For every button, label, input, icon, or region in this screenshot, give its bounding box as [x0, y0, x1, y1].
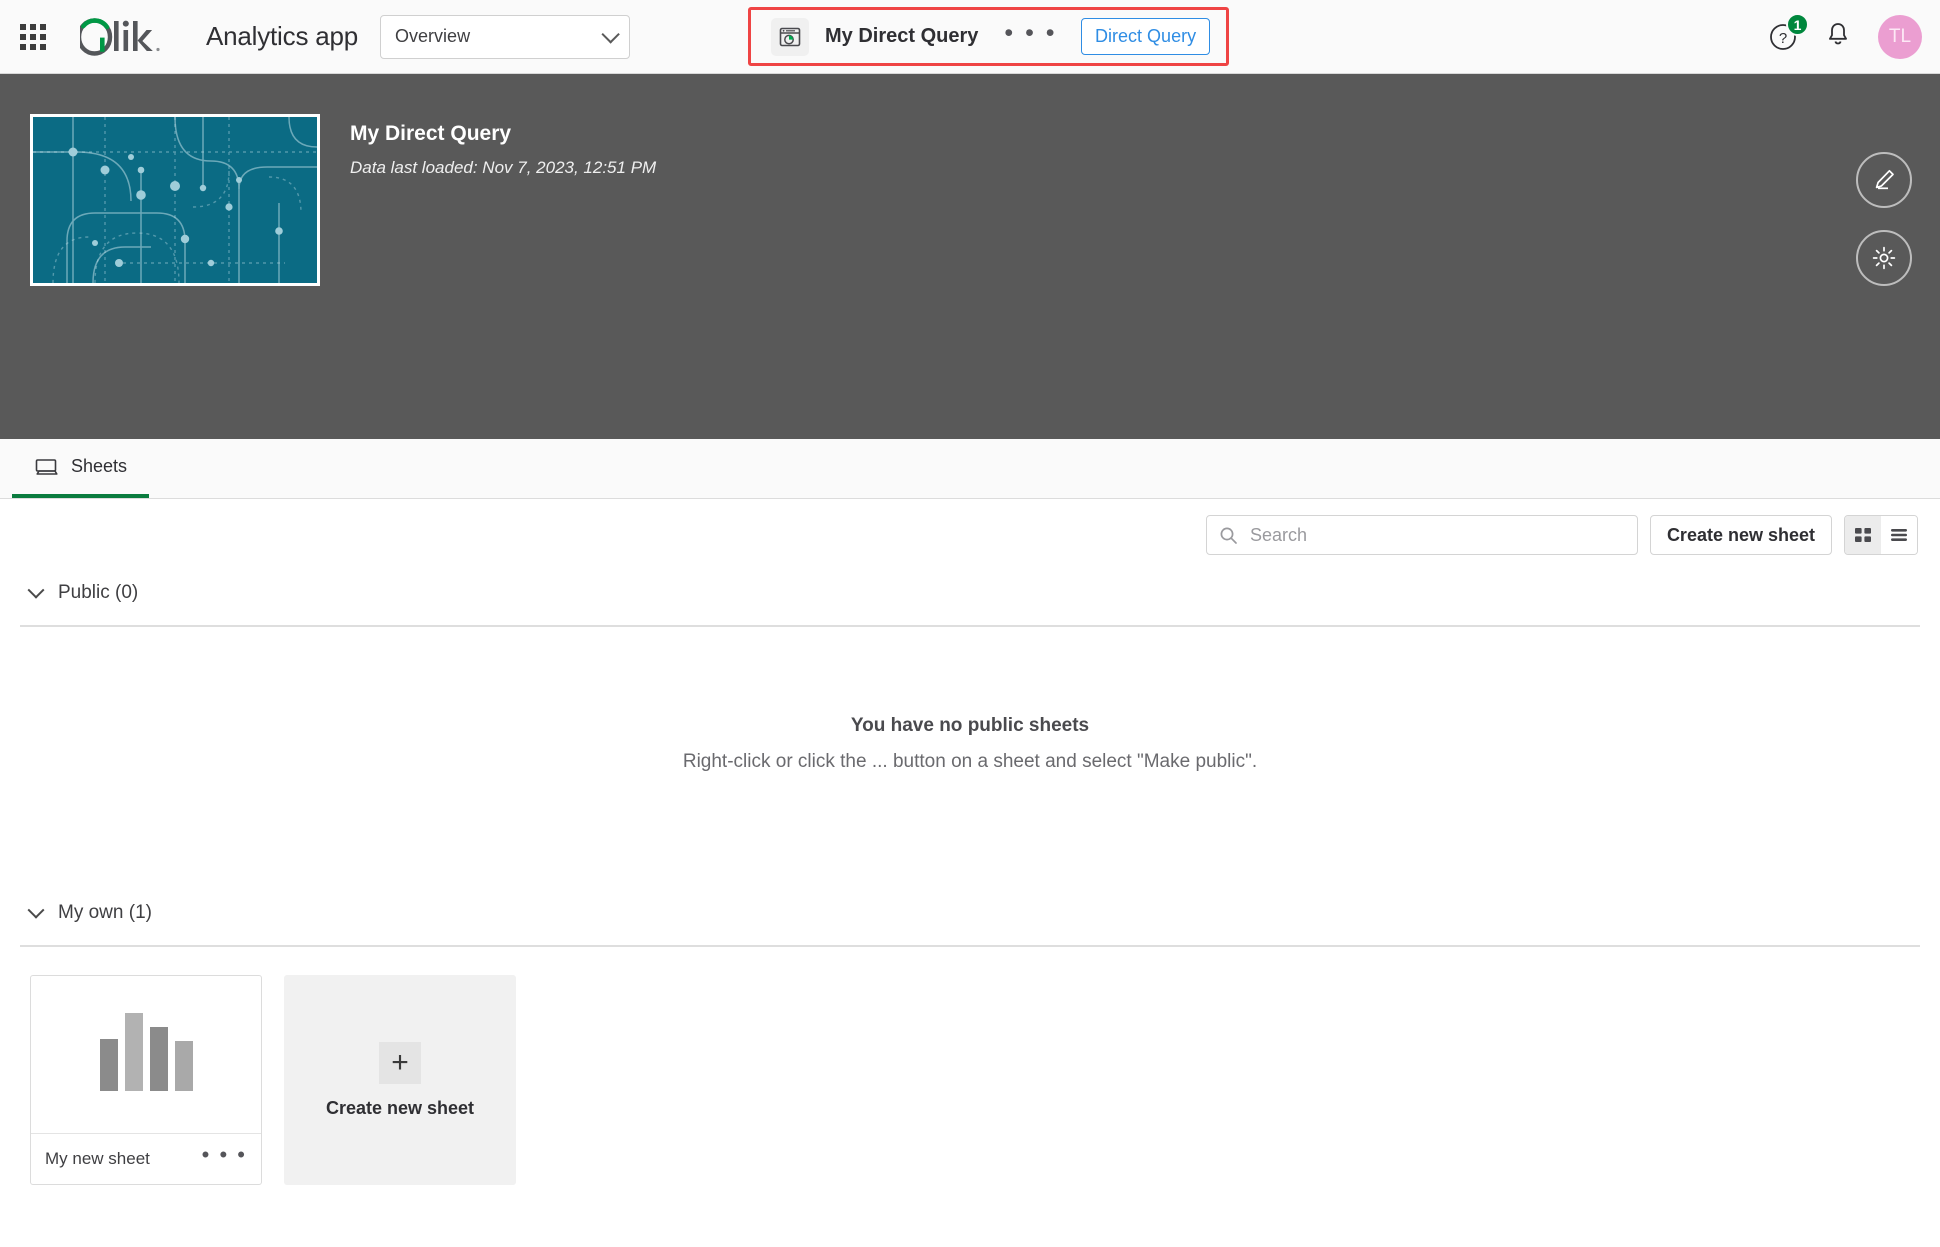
- search-input[interactable]: [1249, 524, 1625, 546]
- public-empty-state: You have no public sheets Right-click or…: [0, 627, 1940, 773]
- list-view-icon: [1891, 529, 1907, 541]
- sheet-icon: [35, 458, 58, 475]
- sheet-more-options-button[interactable]: • • •: [202, 1144, 247, 1167]
- app-hero-section: My Direct Query Data last loaded: Nov 7,…: [0, 74, 1940, 439]
- app-launcher-button[interactable]: [0, 0, 66, 74]
- notifications-button[interactable]: [1824, 20, 1852, 55]
- section-my-own-label: My own (1): [58, 902, 152, 923]
- section-public-label: Public (0): [58, 582, 139, 603]
- help-button[interactable]: ? 1: [1768, 13, 1809, 52]
- gear-icon: [1872, 246, 1896, 270]
- space-selector-value: Overview: [395, 26, 471, 46]
- app-title-highlight-group: My Direct Query • • • Direct Query: [748, 7, 1230, 66]
- chevron-down-icon: [27, 901, 45, 919]
- create-new-sheet-tile[interactable]: + Create new sheet: [284, 975, 516, 1185]
- grid-view-button[interactable]: [1845, 516, 1881, 554]
- section-my-own-header[interactable]: My own (1): [0, 891, 1940, 935]
- edit-sheet-button[interactable]: [1856, 152, 1912, 208]
- top-navigation-right-group: ? 1 TL: [1768, 0, 1922, 74]
- pencil-icon: [1875, 169, 1894, 190]
- hero-action-buttons: [1856, 152, 1912, 286]
- empty-state-title: You have no public sheets: [850, 715, 1090, 736]
- grid-apps-icon: [20, 23, 46, 50]
- app-settings-button[interactable]: [1856, 230, 1912, 286]
- bell-icon: [1829, 22, 1847, 44]
- sheet-card[interactable]: My new sheet • • •: [30, 975, 262, 1185]
- page-title: Analytics app: [206, 21, 359, 51]
- tab-sheets[interactable]: Sheets: [12, 439, 150, 498]
- section-public-header[interactable]: Public (0): [0, 571, 1940, 615]
- qlik-logo[interactable]: [80, 15, 176, 59]
- app-pie-window-icon: [771, 17, 809, 56]
- section-my-own: My own (1) My new sheet • • • + Create n…: [0, 891, 1940, 1185]
- section-public: Public (0) You have no public sheets Rig…: [0, 571, 1940, 773]
- help-badge: 1: [1786, 13, 1809, 36]
- content-tab-strip: Sheets: [0, 439, 1940, 499]
- app-title: My Direct Query: [825, 25, 979, 47]
- sheet-card-list: My new sheet • • • + Create new sheet: [0, 947, 1940, 1185]
- sheet-thumbnail: [31, 976, 261, 1134]
- avatar[interactable]: TL: [1878, 15, 1922, 59]
- empty-state-subtitle: Right-click or click the ... button on a…: [682, 751, 1258, 772]
- view-mode-toggle: [1844, 515, 1918, 555]
- app-thumbnail: [30, 114, 320, 286]
- sheet-name: My new sheet: [45, 1149, 150, 1168]
- chevron-down-icon: [601, 25, 620, 44]
- top-navigation-bar: Analytics app Overview My Direct Query •…: [0, 0, 1940, 74]
- grid-view-icon: [1855, 528, 1871, 542]
- bar-chart-icon: [99, 1011, 193, 1091]
- svg-text:?: ?: [1779, 30, 1787, 47]
- chevron-down-icon: [27, 581, 45, 599]
- search-icon: [1220, 527, 1237, 544]
- create-new-sheet-button[interactable]: Create new sheet: [1649, 515, 1832, 555]
- app-name: My Direct Query: [350, 122, 512, 145]
- direct-query-badge[interactable]: Direct Query: [1081, 18, 1211, 55]
- app-info-block: My Direct Query Data last loaded: Nov 7,…: [350, 122, 656, 178]
- space-selector[interactable]: Overview: [380, 14, 631, 59]
- data-last-loaded: Data last loaded: Nov 7, 2023, 12:51 PM: [350, 158, 657, 177]
- tab-sheets-label: Sheets: [71, 456, 128, 476]
- list-view-button[interactable]: [1881, 516, 1917, 554]
- create-new-sheet-tile-label: Create new sheet: [325, 1097, 475, 1118]
- sheets-toolbar: Create new sheet: [0, 499, 1940, 571]
- search-box[interactable]: [1205, 515, 1638, 555]
- app-more-options-button[interactable]: • • •: [1000, 20, 1061, 54]
- sheet-card-footer: My new sheet • • •: [31, 1134, 261, 1184]
- plus-icon: +: [379, 1041, 421, 1084]
